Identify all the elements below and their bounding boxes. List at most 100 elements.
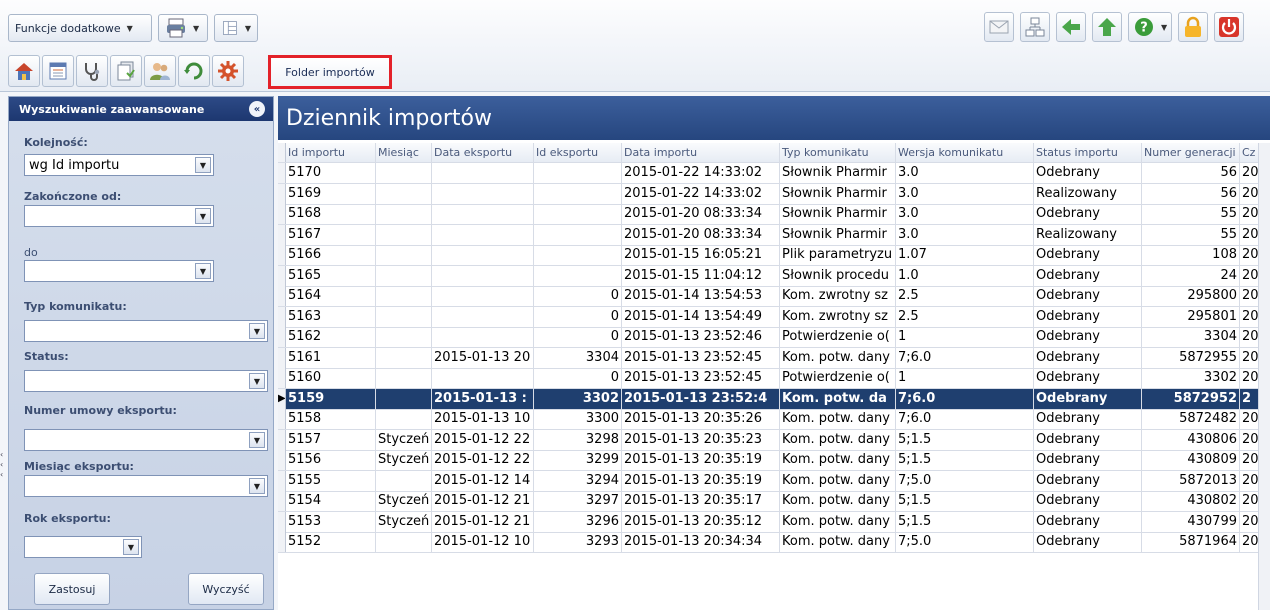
cell-generation-number: 430799 <box>1142 511 1240 532</box>
cell-message-version: 3.0 <box>896 224 1034 245</box>
tab-folder-imports[interactable]: Folder importów <box>268 55 392 89</box>
cell-export-id: 0 <box>534 368 622 388</box>
row-selector[interactable] <box>278 347 286 368</box>
print-button[interactable]: ▼ <box>158 14 208 42</box>
cell-import-date: 2015-01-20 08:33:34 <box>622 224 780 245</box>
export-month-select[interactable]: ▼ <box>24 475 268 497</box>
clear-button-label: Wyczyść <box>202 582 250 596</box>
table-row[interactable]: ▶ 5159 2015-01-13 :3302 2015-01-13 23:52:4 K… <box>278 388 1270 410</box>
export-year-select[interactable]: ▼ <box>24 536 142 558</box>
stethoscope-button[interactable] <box>76 55 108 87</box>
chevron-down-icon[interactable]: ▼ <box>249 373 265 389</box>
row-selector[interactable] <box>278 511 286 532</box>
cell-import-date: 2015-01-13 20:35:17 <box>622 491 780 511</box>
chevron-down-icon[interactable]: ▼ <box>249 432 265 448</box>
cell-message-version: 7;6.0 <box>896 388 1034 409</box>
network-button[interactable] <box>1020 12 1050 42</box>
mail-icon <box>989 20 1009 34</box>
layout-button[interactable]: ▼ <box>214 14 258 42</box>
refresh-button[interactable] <box>178 55 210 87</box>
cell-export-date <box>432 265 534 286</box>
extra-functions-button[interactable]: Funkcje dodatkowe ▼ <box>8 14 152 42</box>
column-header-message-version[interactable]: Wersja komunikatu <box>896 143 1034 162</box>
apply-button[interactable]: Zastosuj <box>34 573 110 605</box>
chevron-down-icon[interactable]: ▼ <box>195 157 211 173</box>
to-select[interactable]: ▼ <box>24 260 214 282</box>
message-type-select[interactable]: ▼ <box>24 320 268 342</box>
table-row[interactable]: 5157 Styczeń 2015-01-12 22 3298 2015-01-13 2… <box>278 429 1270 451</box>
table-row[interactable]: 5153 Styczeń 2015-01-12 21 3296 2015-01-13 2… <box>278 511 1270 533</box>
row-selector[interactable] <box>278 532 286 552</box>
table-row[interactable]: 5169 2015-01-22 14:33:02 Słownik Pharmir 3.… <box>278 183 1270 205</box>
cell-message-version: 7;6.0 <box>896 409 1034 429</box>
table-row[interactable]: 5160 0 2015-01-13 23:52:45 Potwierdzenie o(… <box>278 368 1270 389</box>
vertical-scrollbar[interactable] <box>1258 143 1270 610</box>
finished-from-select[interactable]: ▼ <box>24 205 214 227</box>
table-row[interactable]: 5154 Styczeń 2015-01-12 21 3297 2015-01-13 2… <box>278 491 1270 512</box>
table-row[interactable]: 5166 2015-01-15 16:05:21 Plik parametryzu 1… <box>278 245 1270 266</box>
cell-export-id <box>534 245 622 265</box>
table-row[interactable]: 5165 2015-01-15 11:04:12 Słownik procedu 1.… <box>278 265 1270 287</box>
settings-button[interactable] <box>212 55 244 87</box>
table-row[interactable]: 5158 2015-01-13 10 3300 2015-01-13 20:35:26… <box>278 409 1270 430</box>
row-selector[interactable] <box>278 306 286 327</box>
row-selector[interactable] <box>278 491 286 511</box>
chevron-down-icon[interactable]: ▼ <box>249 478 265 494</box>
row-selector[interactable] <box>278 245 286 265</box>
lock-button[interactable] <box>1178 12 1208 42</box>
home-button[interactable] <box>8 55 40 87</box>
column-header-export-date[interactable]: Data eksportu <box>432 143 534 162</box>
table-row[interactable]: 5155 2015-01-12 14 3294 2015-01-13 20:35:19… <box>278 470 1270 492</box>
column-header-import-status[interactable]: Status importu <box>1034 143 1142 162</box>
chevron-down-icon[interactable]: ▼ <box>195 208 211 224</box>
row-selector[interactable] <box>278 409 286 429</box>
column-header-import-date[interactable]: Data importu <box>622 143 780 162</box>
table-row[interactable]: 5152 2015-01-12 10 3293 2015-01-13 20:34:34… <box>278 532 1270 553</box>
column-header-generation-number[interactable]: Numer generacji <box>1142 143 1240 162</box>
documents-button[interactable] <box>110 55 142 87</box>
row-selector[interactable] <box>278 224 286 245</box>
document-list-button[interactable] <box>42 55 74 87</box>
status-select[interactable]: ▼ <box>24 370 268 392</box>
table-row[interactable]: 5156 Styczeń 2015-01-12 22 3299 2015-01-13 2… <box>278 450 1270 471</box>
table-row[interactable]: 5163 0 2015-01-14 13:54:49 Kom. zwrotny sz 2… <box>278 306 1270 328</box>
up-button[interactable] <box>1092 12 1122 42</box>
column-header-month[interactable]: Miesiąc <box>376 143 432 162</box>
order-select[interactable]: wg Id importu ▼ <box>24 154 214 176</box>
column-header-export-id[interactable]: Id eksportu <box>534 143 622 162</box>
table-row[interactable]: 5170 2015-01-22 14:33:02 Słownik Pharmir 3.… <box>278 163 1270 184</box>
row-selector[interactable] <box>278 450 286 470</box>
table-row[interactable]: 5161 2015-01-13 20 3304 2015-01-13 23:52:45… <box>278 347 1270 369</box>
row-selector[interactable] <box>278 286 286 306</box>
back-button[interactable] <box>1056 12 1086 42</box>
table-row[interactable]: 5168 2015-01-20 08:33:34 Słownik Pharmir 3.… <box>278 204 1270 225</box>
column-header-import-id[interactable]: Id importu <box>286 143 376 162</box>
chevron-down-icon[interactable]: ▼ <box>249 323 265 339</box>
row-selector[interactable] <box>278 163 286 183</box>
row-selector[interactable]: ▶ <box>278 388 286 409</box>
contract-number-select[interactable]: ▼ <box>24 429 268 451</box>
row-selector[interactable] <box>278 429 286 450</box>
table-row[interactable]: 5162 0 2015-01-13 23:52:46 Potwierdzenie o(… <box>278 327 1270 348</box>
row-selector[interactable] <box>278 183 286 204</box>
patients-button[interactable] <box>144 55 176 87</box>
row-selector[interactable] <box>278 265 286 286</box>
clear-button[interactable]: Wyczyść <box>188 573 264 605</box>
row-selector[interactable] <box>278 204 286 224</box>
chevron-down-icon[interactable]: ▼ <box>123 539 139 555</box>
collapse-icon[interactable]: « <box>249 101 265 117</box>
column-header-message-type[interactable]: Typ komunikatu <box>780 143 896 162</box>
row-selector-corner <box>278 143 286 162</box>
table-row[interactable]: 5167 2015-01-20 08:33:34 Słownik Pharmir 3.… <box>278 224 1270 246</box>
chevron-down-icon[interactable]: ▼ <box>195 263 211 279</box>
panel-resize-handle[interactable]: ‹ ‹ ‹ <box>0 450 8 490</box>
cell-month: Styczeń <box>376 429 432 450</box>
row-selector[interactable] <box>278 470 286 491</box>
row-selector[interactable] <box>278 327 286 347</box>
help-button[interactable]: ? ▼ <box>1128 12 1172 42</box>
power-button[interactable] <box>1214 12 1244 42</box>
table-row[interactable]: 5164 0 2015-01-14 13:54:53 Kom. zwrotny sz 2… <box>278 286 1270 307</box>
mail-button[interactable] <box>984 12 1014 42</box>
row-selector[interactable] <box>278 368 286 388</box>
cell-message-type: Kom. zwrotny sz <box>780 286 896 306</box>
